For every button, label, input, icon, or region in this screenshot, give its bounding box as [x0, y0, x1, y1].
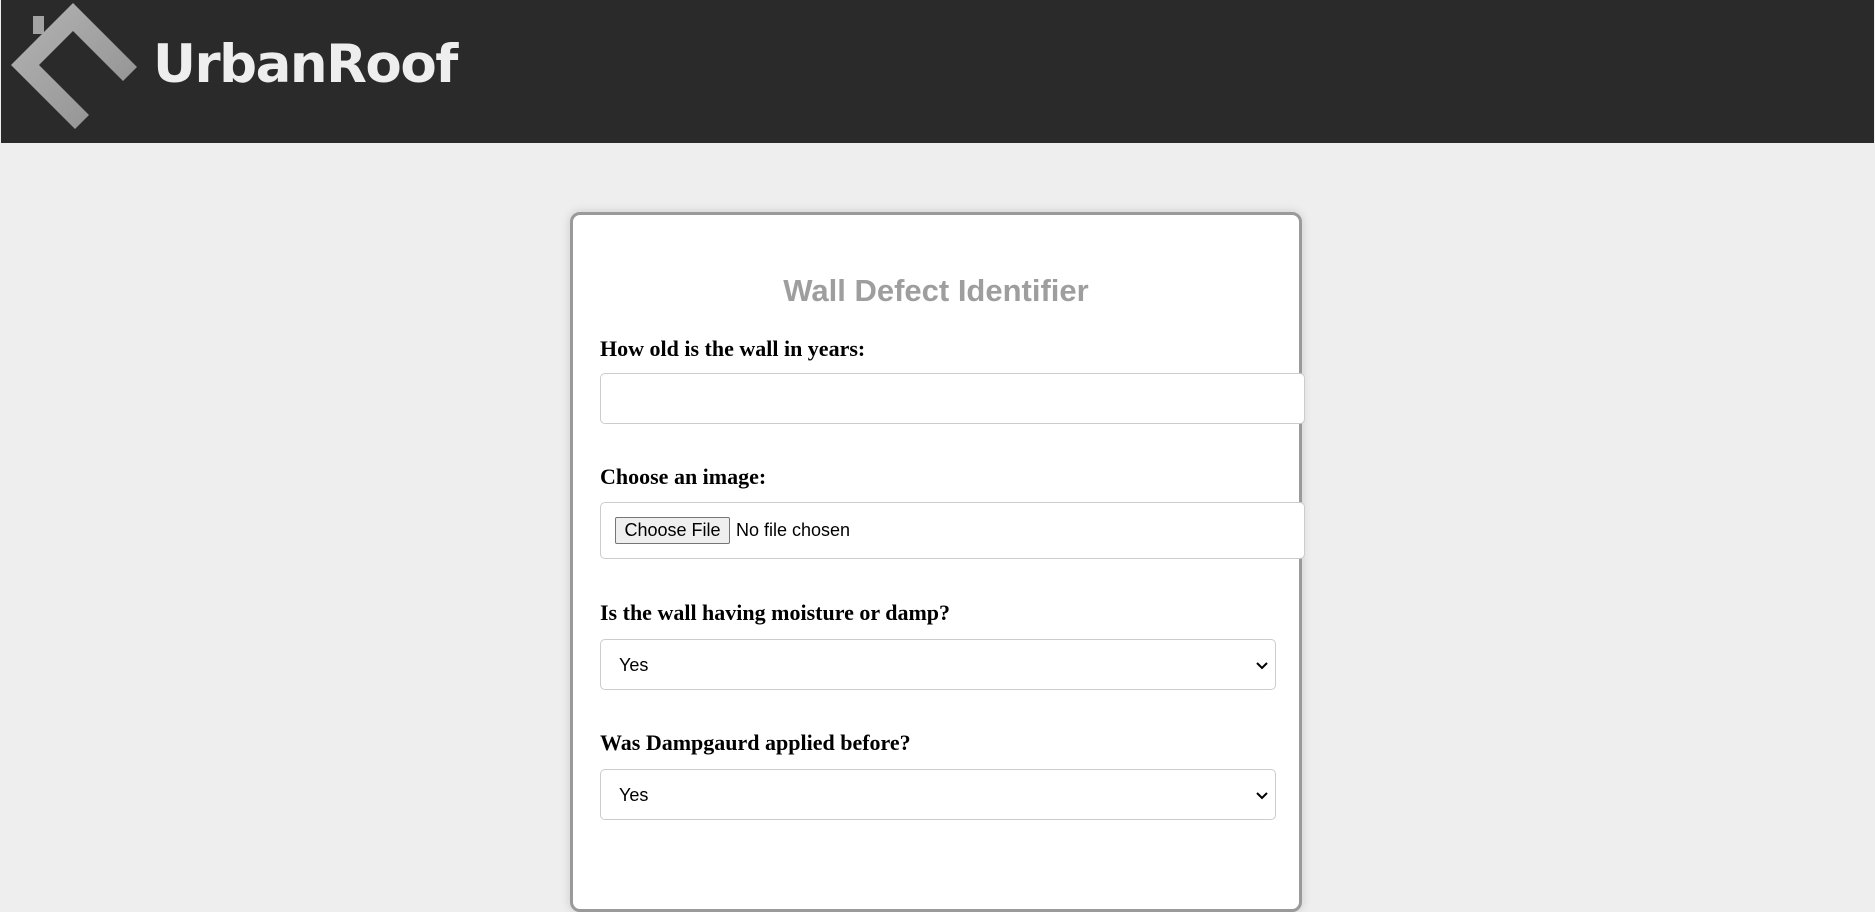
site-header: UrbanRoof — [1, 0, 1874, 143]
image-file-input[interactable]: Choose File No file chosen — [600, 502, 1305, 559]
defect-form-card: Wall Defect Identifier How old is the wa… — [570, 212, 1305, 912]
wall-age-input[interactable] — [600, 373, 1305, 424]
form-title: Wall Defect Identifier — [783, 273, 1089, 308]
house-roof-icon — [11, 3, 137, 129]
chevron-down-icon — [1256, 662, 1268, 670]
moisture-label: Is the wall having moisture or damp? — [600, 600, 951, 625]
file-status-text: No file chosen — [736, 520, 851, 540]
chevron-down-icon — [1256, 792, 1268, 800]
moisture-select[interactable]: Yes — [600, 639, 1276, 690]
dampguard-select[interactable]: Yes — [600, 769, 1276, 820]
wall-age-label: How old is the wall in years: — [600, 336, 866, 361]
choose-file-button[interactable]: Choose File — [615, 517, 730, 544]
moisture-selected-value: Yes — [619, 655, 649, 675]
image-label: Choose an image: — [600, 464, 767, 489]
dampguard-label: Was Dampgaurd applied before? — [600, 730, 911, 755]
dampguard-selected-value: Yes — [619, 785, 649, 805]
brand-name[interactable]: UrbanRoof — [153, 30, 458, 100]
